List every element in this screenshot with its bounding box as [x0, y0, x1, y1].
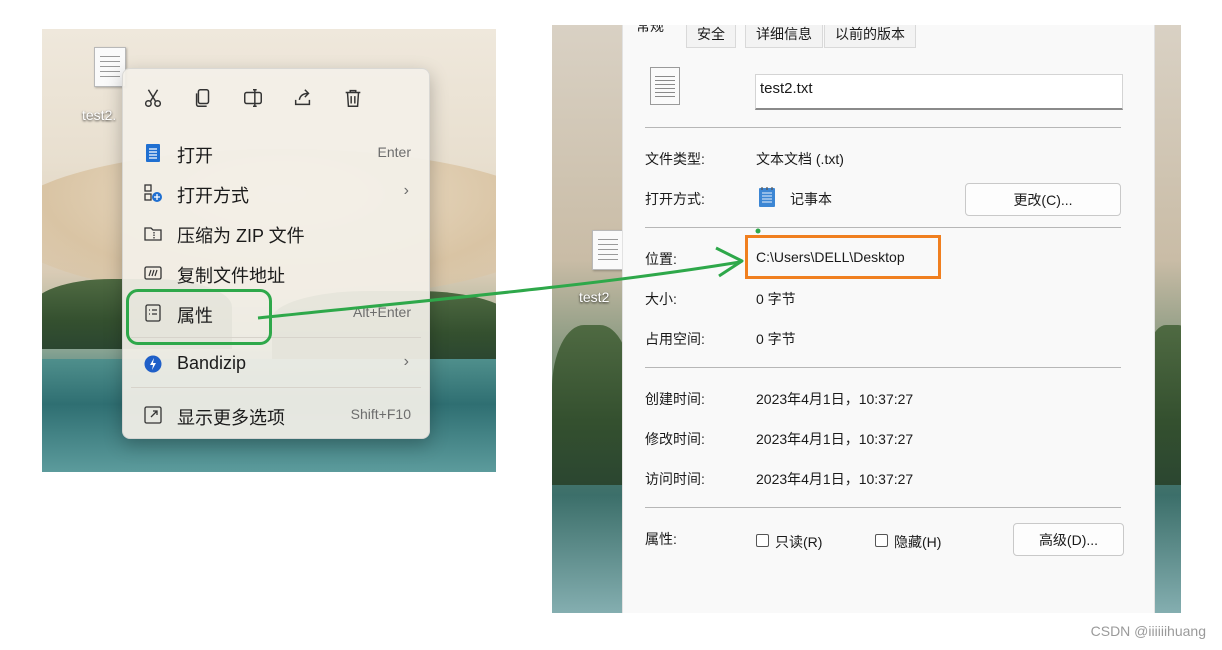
- annotation-arrow: [257, 228, 761, 320]
- csdn-watermark: CSDN @iiiiiihuang: [1090, 623, 1206, 639]
